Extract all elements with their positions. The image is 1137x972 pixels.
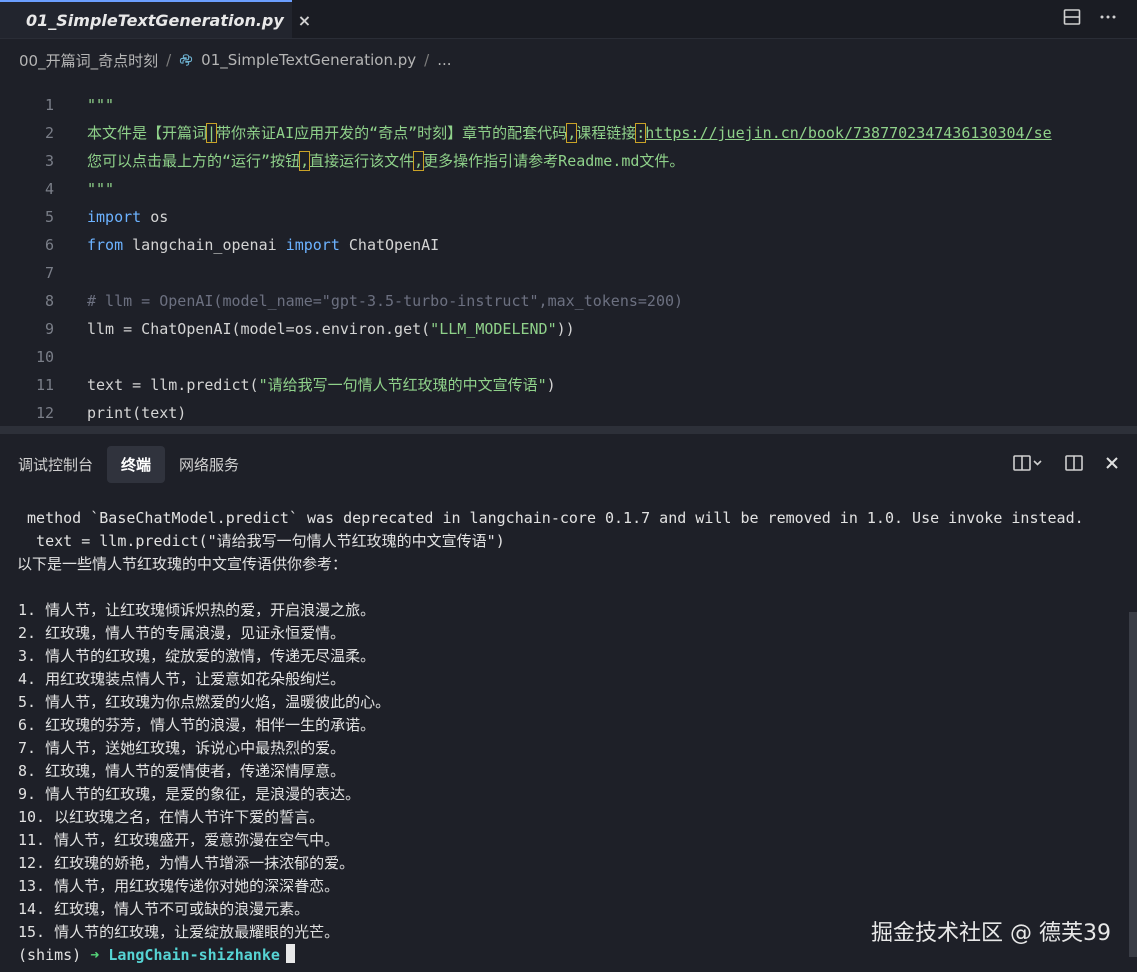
code-editor[interactable]: 1 """ 2 本文件是【开篇词|带你亲证AI应用开发的“奇点”时刻】章节的配套代码… <box>0 92 1137 424</box>
tab-terminal[interactable]: 终端 <box>107 445 166 483</box>
code-line: # llm = OpenAI(model_name="gpt-3.5-turbo… <box>87 292 684 310</box>
breadcrumb: 00_开篇词_奇点时刻 / 01_SimpleTextGeneration.py… <box>0 38 1137 82</box>
breadcrumb-separator: / <box>424 51 430 69</box>
prompt-env: (shims) <box>18 946 82 964</box>
ide-window: 01_SimpleTextGeneration.py × 00_开篇词_奇点时刻… <box>0 0 1137 972</box>
course-link[interactable]: https://juejin.cn/book/73877023474361303… <box>645 124 1051 142</box>
terminal-line: 3. 情人节的红玫瑰，绽放爱的激情，传递无尽温柔。 <box>18 647 376 665</box>
python-file-icon <box>180 54 193 66</box>
terminal-line: text = llm.predict("请给我写一句情人节红玫瑰的中文宣传语") <box>18 532 505 550</box>
code-line: from langchain_openai import ChatOpenAI <box>87 236 440 254</box>
line-number: 6 <box>44 236 54 254</box>
terminal-line: 12. 红玫瑰的娇艳，为情人节增添一抹浓郁的爱。 <box>18 854 355 872</box>
line-number: 10 <box>35 348 54 366</box>
split-panel-icon[interactable] <box>1065 454 1083 472</box>
tab-network-services[interactable]: 网络服务 <box>165 446 253 483</box>
code-line: llm = ChatOpenAI(model=os.environ.get("L… <box>87 320 575 338</box>
terminal-line: 2. 红玫瑰，情人节的专属浪漫，见证永恒爱情。 <box>18 624 346 642</box>
line-number: 2 <box>44 124 54 142</box>
terminal-line: 7. 情人节，送她红玫瑰，诉说心中最热烈的爱。 <box>18 739 346 757</box>
terminal-line: 5. 情人节，红玫瑰为你点燃爱的火焰，温暖彼此的心。 <box>18 693 391 711</box>
layout-dropdown-icon[interactable] <box>1013 454 1043 472</box>
terminal-scrollbar[interactable] <box>1129 612 1137 957</box>
line-number: 8 <box>44 292 54 310</box>
line-number: 7 <box>44 264 54 282</box>
breadcrumb-folder[interactable]: 00_开篇词_奇点时刻 <box>19 50 158 71</box>
terminal-line: 9. 情人节的红玫瑰，是爱的象征，是浪漫的表达。 <box>18 785 361 803</box>
editor-tab[interactable]: 01_SimpleTextGeneration.py × <box>0 0 311 38</box>
line-number: 3 <box>44 152 54 170</box>
terminal-output[interactable]: method `BaseChatModel.predict` was depre… <box>0 505 1120 972</box>
code-line: """ <box>87 180 115 198</box>
line-number: 11 <box>35 376 54 394</box>
line-number: 1 <box>44 96 54 114</box>
line-number: 12 <box>35 404 54 422</box>
line-number: 9 <box>44 320 54 338</box>
code-line: print(text) <box>87 404 187 422</box>
tab-debug-console[interactable]: 调试控制台 <box>4 446 107 483</box>
code-line: import os <box>87 208 169 226</box>
tab-label: 01_SimpleTextGeneration.py <box>26 10 284 30</box>
code-line: """ <box>87 96 115 114</box>
code-line: text = llm.predict("请给我写一句情人节红玫瑰的中文宣传语") <box>87 376 556 394</box>
code-line: 本文件是【开篇词|带你亲证AI应用开发的“奇点”时刻】章节的配套代码,课程链接:… <box>87 123 1052 143</box>
prompt-arrow-icon: ➜ <box>90 946 100 964</box>
terminal-line: 8. 红玫瑰，情人节的爱情使者，传递深情厚意。 <box>18 762 346 780</box>
terminal-line: 14. 红玫瑰，情人节不可或缺的浪漫元素。 <box>18 900 310 918</box>
prompt-directory: LangChain-shizhanke <box>108 946 280 964</box>
terminal-line: 4. 用红玫瑰装点情人节，让爱意如花朵般绚烂。 <box>18 670 346 688</box>
split-editor-icon[interactable] <box>1063 8 1081 26</box>
code-line: 您可以点击最上方的“运行”按钮,直接运行该文件,更多操作指引请参考Readme.… <box>87 151 685 171</box>
tab-bar: 01_SimpleTextGeneration.py × <box>0 0 1137 39</box>
panel-header: 调试控制台 终端 网络服务 <box>0 434 1137 494</box>
terminal-line: 以下是一些情人节红玫瑰的中文宣传语供你参考： <box>17 555 348 573</box>
close-panel-icon[interactable] <box>1105 456 1119 470</box>
more-actions-icon[interactable] <box>1099 8 1117 26</box>
terminal-line: 15. 情人节的红玫瑰，让爱绽放最耀眼的光芒。 <box>18 923 340 941</box>
close-icon[interactable]: × <box>298 11 311 30</box>
terminal-line: 11. 情人节，红玫瑰盛开，爱意弥漫在空气中。 <box>18 831 340 849</box>
line-number: 5 <box>44 208 54 226</box>
breadcrumb-more[interactable]: ... <box>437 51 451 69</box>
breadcrumb-separator: / <box>166 51 172 69</box>
breadcrumb-file[interactable]: 01_SimpleTextGeneration.py <box>201 51 416 69</box>
terminal-prompt[interactable]: (shims) ➜ LangChain-shizhanke <box>18 944 295 967</box>
line-number: 4 <box>44 180 54 198</box>
terminal-line: 1. 情人节，让红玫瑰倾诉炽热的爱，开启浪漫之旅。 <box>18 601 376 619</box>
terminal-line: 13. 情人节，用红玫瑰传递你对她的深深眷恋。 <box>18 877 340 895</box>
terminal-line: 6. 红玫瑰的芬芳，情人节的浪漫，相伴一生的承诺。 <box>18 716 376 734</box>
watermark: 掘金技术社区 @ 德芙39 <box>871 921 1111 946</box>
panel-resize-handle[interactable] <box>0 426 1137 434</box>
terminal-cursor <box>285 944 295 963</box>
terminal-line: 10. 以红玫瑰之名，在情人节许下爱的誓言。 <box>18 808 325 826</box>
terminal-line: method `BaseChatModel.predict` was depre… <box>18 509 1084 527</box>
